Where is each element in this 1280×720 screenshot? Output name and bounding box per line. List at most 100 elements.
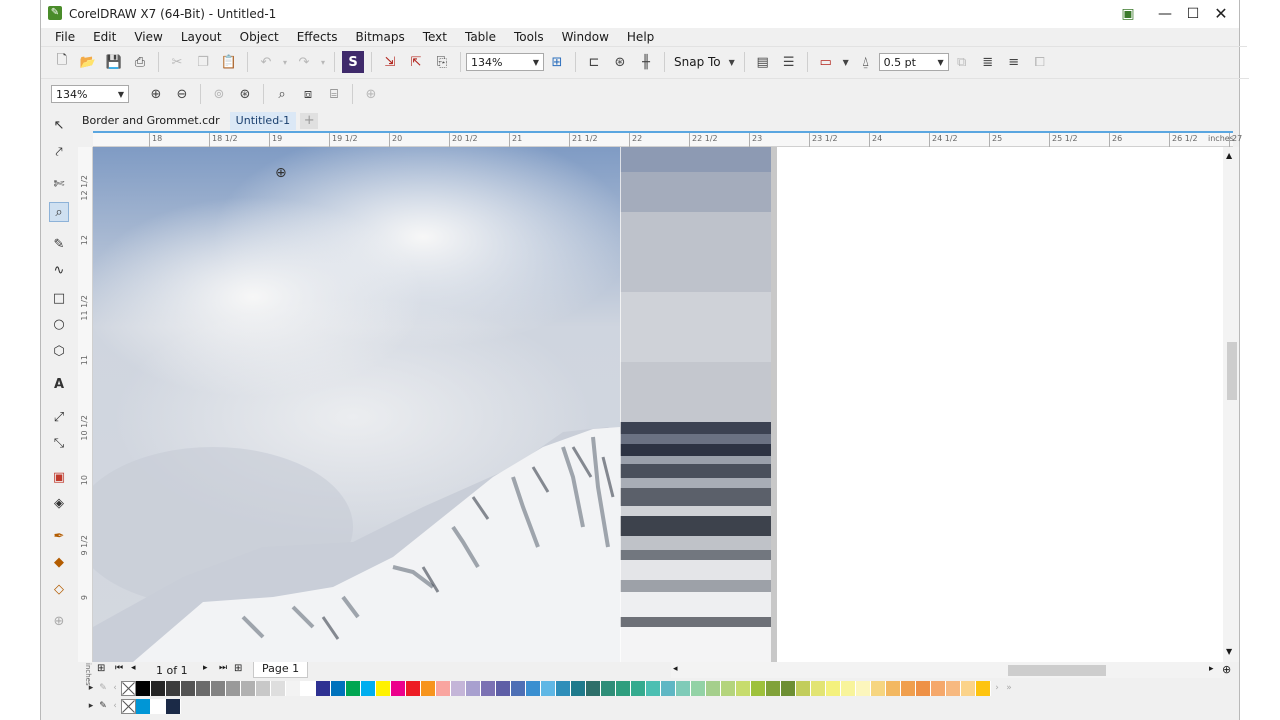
- mountain-photo[interactable]: [93, 147, 620, 662]
- maximize-button[interactable]: ☐: [1179, 2, 1207, 26]
- transparency-tool-icon[interactable]: ◈: [49, 494, 69, 514]
- color-swatch[interactable]: [151, 698, 166, 714]
- no-color-swatch[interactable]: [121, 680, 136, 696]
- insert-page-after-icon[interactable]: ⊞: [234, 663, 242, 674]
- copy-icon[interactable]: ❐: [192, 51, 214, 73]
- color-swatch[interactable]: [571, 680, 586, 696]
- snap-to-button[interactable]: Snap To: [674, 55, 721, 69]
- paste-icon[interactable]: 📋: [218, 51, 240, 73]
- welcome-screen-icon[interactable]: ▤: [752, 51, 774, 73]
- vertical-scroll-thumb[interactable]: [1227, 342, 1237, 400]
- color-swatch[interactable]: [586, 680, 601, 696]
- color-swatch[interactable]: [916, 680, 931, 696]
- color-swatch[interactable]: [436, 680, 451, 696]
- zoom-to-selected-icon[interactable]: ⊚: [208, 83, 230, 105]
- color-swatch[interactable]: [556, 680, 571, 696]
- color-swatch[interactable]: [301, 680, 316, 696]
- color-swatch[interactable]: [151, 680, 166, 696]
- color-swatch[interactable]: [811, 680, 826, 696]
- horizontal-scrollbar[interactable]: ◂ ▸: [671, 662, 1224, 678]
- wrap-text-icon[interactable]: ≡: [1003, 51, 1025, 73]
- color-swatch[interactable]: [541, 680, 556, 696]
- color-eyedropper-tool-icon[interactable]: ✒: [49, 527, 69, 547]
- weld-icon[interactable]: ⧉: [951, 51, 973, 73]
- new-tab-icon[interactable]: +: [300, 113, 319, 129]
- color-swatch[interactable]: [871, 680, 886, 696]
- previous-page-icon[interactable]: ◂: [131, 663, 136, 673]
- publish-pdf-icon[interactable]: ⎘: [431, 51, 453, 73]
- menu-text[interactable]: Text: [414, 28, 456, 46]
- palette-expand-icon[interactable]: »: [1003, 681, 1015, 696]
- freehand-tool-icon[interactable]: ✎: [49, 235, 69, 255]
- color-swatch[interactable]: [181, 680, 196, 696]
- zoom-to-page-icon[interactable]: ⌕: [271, 83, 293, 105]
- color-swatch[interactable]: [631, 680, 646, 696]
- zoom-navigator-icon[interactable]: ⊕: [1222, 663, 1231, 676]
- color-swatch[interactable]: [841, 680, 856, 696]
- document-palette-menu-icon[interactable]: ▸: [85, 699, 97, 714]
- tab-untitled-1[interactable]: Untitled-1: [229, 112, 297, 130]
- show-rulers-icon[interactable]: ⊏: [583, 51, 605, 73]
- color-swatch[interactable]: [166, 680, 181, 696]
- drawing-canvas[interactable]: ⊕: [93, 147, 1223, 662]
- color-swatch[interactable]: [976, 680, 991, 696]
- scroll-right-icon[interactable]: ▸: [1209, 664, 1214, 674]
- update-icon[interactable]: ▣: [1114, 2, 1142, 26]
- zoom-in-icon[interactable]: ⊕: [145, 83, 167, 105]
- color-swatch[interactable]: [736, 680, 751, 696]
- ellipse-tool-icon[interactable]: ○: [49, 315, 69, 335]
- color-swatch[interactable]: [526, 680, 541, 696]
- snap-to-dropdown-icon[interactable]: ▼: [727, 51, 737, 73]
- show-grid-icon[interactable]: ⊛: [609, 51, 631, 73]
- last-page-icon[interactable]: ⏭: [219, 663, 227, 673]
- color-swatch[interactable]: [946, 680, 961, 696]
- color-swatch[interactable]: [856, 680, 871, 696]
- scroll-down-icon[interactable]: ▼: [1226, 647, 1232, 656]
- color-swatch[interactable]: [361, 680, 376, 696]
- menu-object[interactable]: Object: [231, 28, 288, 46]
- menu-table[interactable]: Table: [456, 28, 505, 46]
- menu-window[interactable]: Window: [553, 28, 618, 46]
- palette-scroll-right-icon[interactable]: ›: [991, 681, 1003, 696]
- color-swatch[interactable]: [676, 680, 691, 696]
- color-swatch[interactable]: [721, 680, 736, 696]
- pick-tool-icon[interactable]: ↖: [49, 116, 69, 136]
- menu-edit[interactable]: Edit: [84, 28, 125, 46]
- redo-icon[interactable]: ↷: [293, 51, 315, 73]
- vertical-scrollbar[interactable]: ▲ ▼: [1223, 147, 1239, 662]
- insert-page-before-icon[interactable]: ⊞: [97, 663, 105, 674]
- color-swatch[interactable]: [286, 680, 301, 696]
- zoom-to-page-width-icon[interactable]: ⧈: [297, 83, 319, 105]
- color-swatch[interactable]: [781, 680, 796, 696]
- text-tool-icon[interactable]: A: [49, 375, 69, 395]
- color-swatch[interactable]: [421, 680, 436, 696]
- color-swatch[interactable]: [346, 680, 361, 696]
- import-icon[interactable]: ⇲: [379, 51, 401, 73]
- add-toolbar-item-icon[interactable]: ⊕: [360, 83, 382, 105]
- color-swatch[interactable]: [706, 680, 721, 696]
- color-swatch[interactable]: [481, 680, 496, 696]
- rectangle-tool-icon[interactable]: □: [49, 289, 69, 309]
- color-swatch[interactable]: [931, 680, 946, 696]
- menu-layout[interactable]: Layout: [172, 28, 231, 46]
- cut-icon[interactable]: ✂: [166, 51, 188, 73]
- color-swatch[interactable]: [616, 680, 631, 696]
- new-document-icon[interactable]: 🗋: [51, 51, 73, 73]
- horizontal-scroll-thumb[interactable]: [1008, 665, 1106, 676]
- print-icon[interactable]: ⎙: [129, 51, 151, 73]
- document-no-color-swatch[interactable]: [121, 698, 136, 714]
- minimize-button[interactable]: —: [1151, 2, 1179, 26]
- scroll-up-icon[interactable]: ▲: [1226, 151, 1232, 160]
- horizontal-ruler[interactable]: 18 18 1/2 19 19 1/2 20 20 1/2 21 21 1/2 22 22 1/2…: [93, 131, 1242, 147]
- menu-tools[interactable]: Tools: [505, 28, 553, 46]
- color-swatch[interactable]: [256, 680, 271, 696]
- color-swatch[interactable]: [241, 680, 256, 696]
- color-swatch[interactable]: [271, 680, 286, 696]
- open-icon[interactable]: 📂: [77, 51, 99, 73]
- drop-shadow-tool-icon[interactable]: ▣: [49, 468, 69, 488]
- parallel-dimension-tool-icon[interactable]: ⤢: [49, 408, 69, 428]
- color-swatch[interactable]: [376, 680, 391, 696]
- save-icon[interactable]: 💾: [103, 51, 125, 73]
- close-button[interactable]: ✕: [1207, 2, 1235, 26]
- zoom-levels-select[interactable]: 134% ▼: [51, 85, 129, 103]
